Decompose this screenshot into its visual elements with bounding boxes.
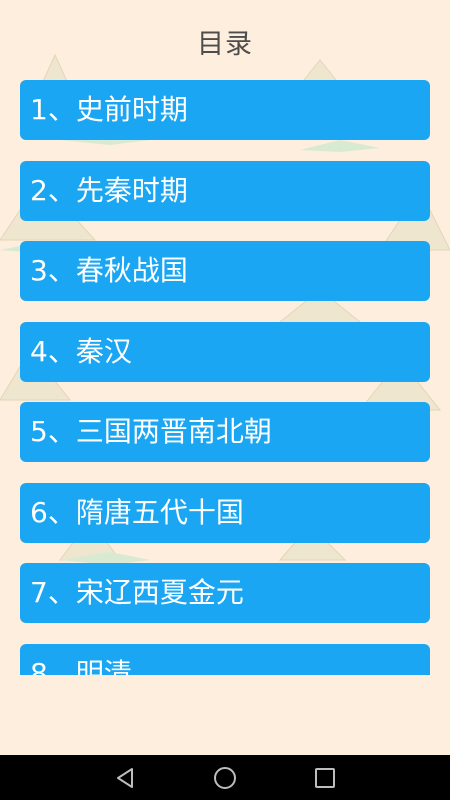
catalog-item-3[interactable]: 3、春秋战国 xyxy=(20,241,430,301)
catalog-item-4[interactable]: 4、秦汉 xyxy=(20,322,430,382)
catalog-item-6[interactable]: 6、隋唐五代十国 xyxy=(20,483,430,543)
catalog-item-1[interactable]: 1、史前时期 xyxy=(20,80,430,140)
page-title: 目录 xyxy=(197,29,253,60)
catalog-item-7[interactable]: 7、宋辽西夏金元 xyxy=(20,563,430,623)
catalog-item-5[interactable]: 5、三国两晋南北朝 xyxy=(20,402,430,462)
catalog-list[interactable]: 1、史前时期 2、先秦时期 3、春秋战国 4、秦汉 5、三国两晋南北朝 6、隋唐… xyxy=(0,80,450,675)
back-icon[interactable] xyxy=(110,763,140,793)
recents-icon[interactable] xyxy=(310,763,340,793)
catalog-item-2[interactable]: 2、先秦时期 xyxy=(20,161,430,221)
home-icon[interactable] xyxy=(210,763,240,793)
catalog-item-8[interactable]: 8、明清 xyxy=(20,644,430,675)
system-nav-bar xyxy=(0,755,450,800)
